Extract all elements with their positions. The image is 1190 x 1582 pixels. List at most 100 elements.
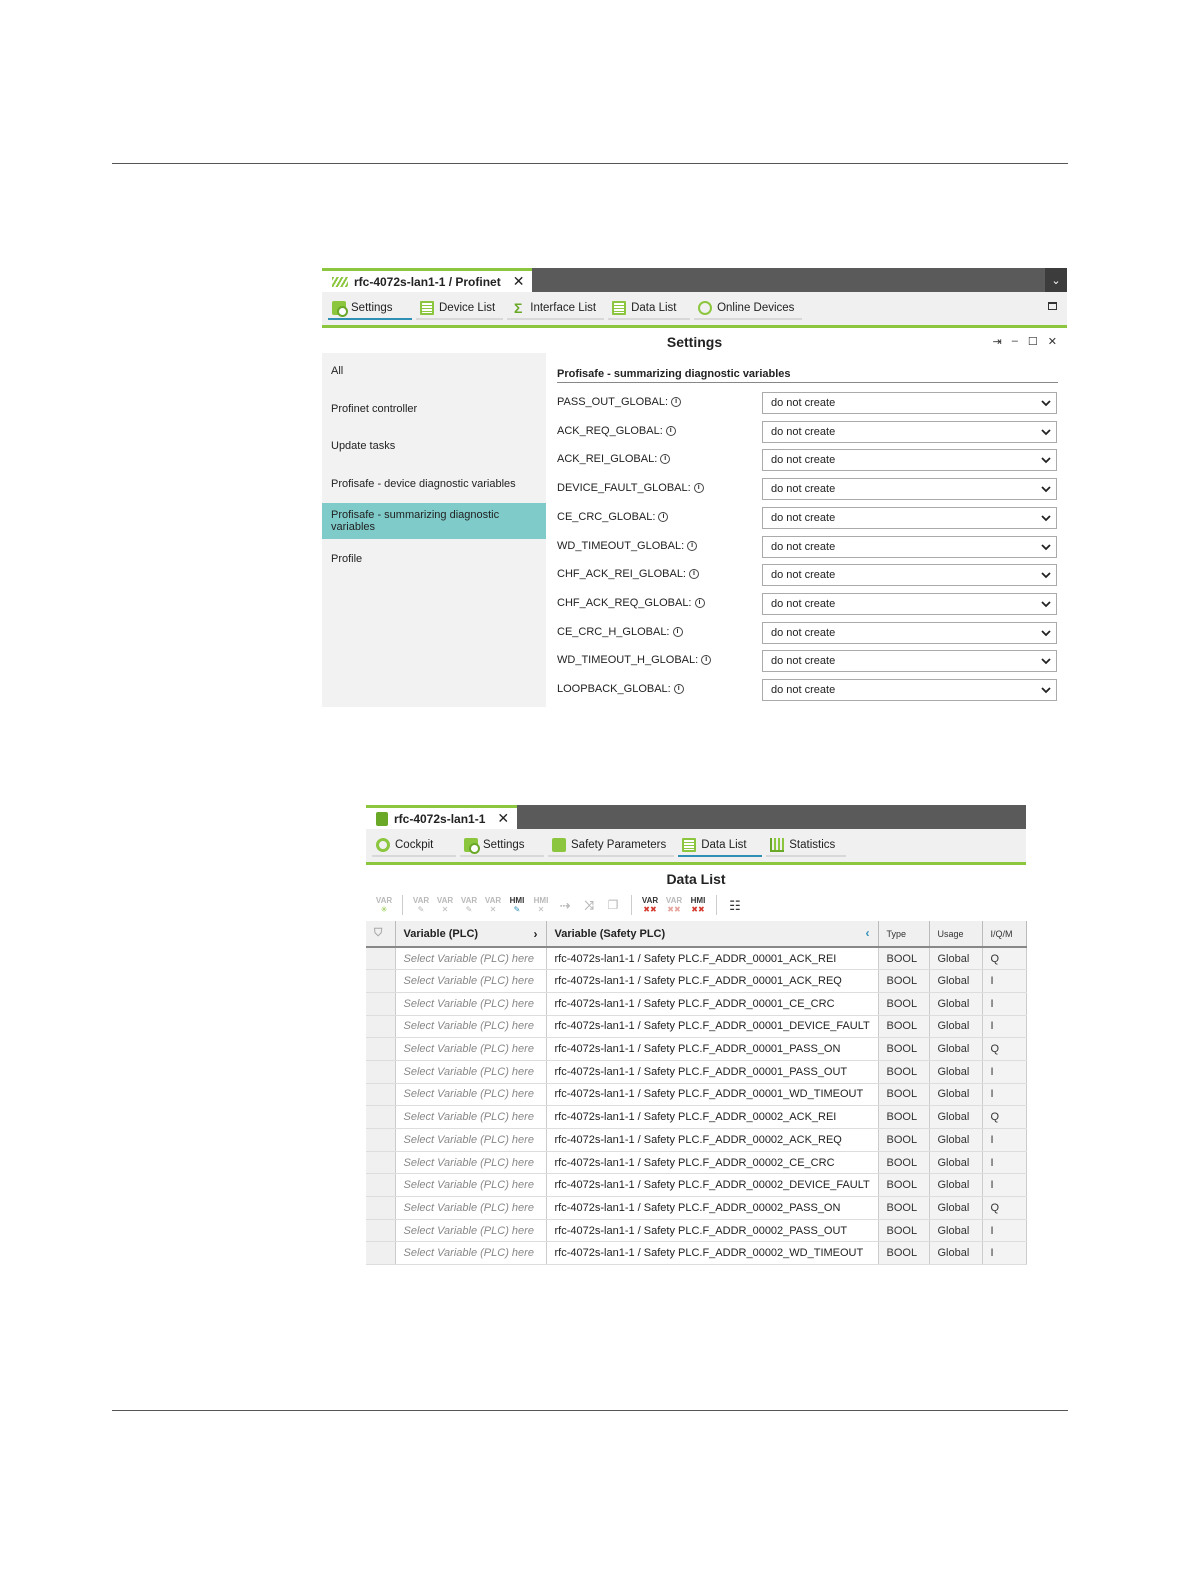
- info-icon[interactable]: i: [672, 626, 683, 637]
- variable-plc-cell[interactable]: Select Variable (PLC) here: [395, 1151, 547, 1175]
- table-row[interactable]: Select Variable (PLC) here rfc-4072s-lan1…: [366, 992, 1027, 1016]
- table-row[interactable]: Select Variable (PLC) here rfc-4072s-lan1…: [366, 1241, 1027, 1266]
- close-icon[interactable]: ✕: [1048, 335, 1057, 348]
- close-tab-icon[interactable]: ✕: [513, 273, 525, 290]
- info-icon[interactable]: i: [671, 397, 682, 407]
- delete-all-variables-icon[interactable]: VAR ✖✖: [640, 896, 660, 914]
- variable-plc-cell[interactable]: Select Variable (PLC) here: [395, 1128, 547, 1152]
- table-row[interactable]: Select Variable (PLC) here rfc-4072s-lan1…: [366, 1083, 1027, 1107]
- delete-unused-variables-icon[interactable]: VAR ✖✖: [664, 896, 684, 914]
- row-gutter[interactable]: [366, 1196, 396, 1220]
- column-header-variable-safety-plc[interactable]: Variable (Safety PLC) ‹: [546, 921, 879, 948]
- variable-safety-plc-cell[interactable]: rfc-4072s-lan1-1 / Safety PLC.F_ADDR_000…: [546, 1083, 879, 1107]
- column-header-usage[interactable]: Usage: [929, 921, 983, 948]
- connect-icon[interactable]: ⇢: [555, 899, 575, 912]
- info-icon[interactable]: i: [687, 540, 698, 551]
- table-row[interactable]: Select Variable (PLC) here rfc-4072s-lan1…: [366, 1037, 1027, 1061]
- row-gutter[interactable]: [366, 1060, 396, 1084]
- column-header-type[interactable]: Type: [878, 921, 930, 948]
- variable-plc-cell[interactable]: Select Variable (PLC) here: [395, 969, 547, 993]
- table-row[interactable]: Select Variable (PLC) here rfc-4072s-lan1…: [366, 969, 1027, 993]
- restore-icon[interactable]: ☐: [1028, 335, 1038, 348]
- tool-settings[interactable]: Settings: [328, 298, 412, 320]
- variable-safety-plc-cell[interactable]: rfc-4072s-lan1-1 / Safety PLC.F_ADDR_000…: [546, 1151, 879, 1175]
- tool-device-list[interactable]: Device List: [416, 298, 504, 320]
- tool-interface-list[interactable]: Σ Interface List: [507, 298, 605, 320]
- row-gutter[interactable]: [366, 1105, 396, 1129]
- table-row[interactable]: Select Variable (PLC) here rfc-4072s-lan1…: [366, 1060, 1027, 1084]
- document-tab-profinet[interactable]: rfc-4072s-lan1-1 / Profinet ✕: [322, 268, 533, 292]
- row-gutter[interactable]: [366, 1015, 396, 1039]
- setting-select[interactable]: do not create: [762, 564, 1057, 587]
- variable-plc-cell[interactable]: Select Variable (PLC) here: [395, 1015, 547, 1039]
- row-gutter[interactable]: [366, 1083, 396, 1107]
- minimize-icon[interactable]: –: [1012, 335, 1018, 348]
- setting-select[interactable]: do not create: [762, 621, 1057, 644]
- tool-online-devices[interactable]: Online Devices: [694, 298, 803, 320]
- chevron-right-icon[interactable]: ›: [534, 927, 538, 941]
- delete-variable-icon[interactable]: VAR ✕: [435, 896, 455, 914]
- variable-plc-cell[interactable]: Select Variable (PLC) here: [395, 1173, 547, 1198]
- info-icon[interactable]: i: [660, 454, 671, 465]
- variable-safety-plc-cell[interactable]: rfc-4072s-lan1-1 / Safety PLC.F_ADDR_000…: [546, 1015, 879, 1039]
- row-gutter[interactable]: [366, 1241, 396, 1266]
- tool-settings[interactable]: Settings: [460, 835, 544, 857]
- info-icon[interactable]: i: [689, 569, 699, 580]
- nav-item-update-tasks[interactable]: Update tasks: [322, 428, 546, 464]
- column-header-iqm[interactable]: I/Q/M: [982, 921, 1027, 948]
- maximize-icon[interactable]: [1048, 302, 1057, 310]
- setting-select[interactable]: do not create: [762, 449, 1057, 472]
- variable-plc-cell[interactable]: Select Variable (PLC) here: [395, 947, 547, 971]
- table-row[interactable]: Select Variable (PLC) here rfc-4072s-lan1…: [366, 1196, 1027, 1220]
- row-gutter[interactable]: [366, 1037, 396, 1061]
- filter-icon[interactable]: ⛉: [374, 927, 382, 939]
- info-icon[interactable]: i: [665, 425, 676, 436]
- setting-select[interactable]: do not create: [762, 679, 1057, 701]
- table-row[interactable]: Select Variable (PLC) here rfc-4072s-lan1…: [366, 1173, 1027, 1198]
- auto-assign-icon[interactable]: ⤨: [579, 899, 599, 911]
- variable-safety-plc-cell[interactable]: rfc-4072s-lan1-1 / Safety PLC.F_ADDR_000…: [546, 1105, 879, 1129]
- variable-safety-plc-cell[interactable]: rfc-4072s-lan1-1 / Safety PLC.F_ADDR_000…: [546, 1219, 879, 1243]
- row-gutter[interactable]: [366, 992, 396, 1016]
- setting-select[interactable]: do not create: [762, 420, 1057, 443]
- variable-plc-cell[interactable]: Select Variable (PLC) here: [395, 1196, 547, 1220]
- setting-select[interactable]: do not create: [762, 392, 1057, 414]
- setting-select[interactable]: do not create: [762, 535, 1057, 558]
- info-icon[interactable]: i: [693, 483, 704, 494]
- pin-icon[interactable]: ⇥: [993, 335, 1002, 348]
- tool-data-list[interactable]: Data List: [678, 835, 763, 857]
- table-row[interactable]: Select Variable (PLC) here rfc-4072s-lan1…: [366, 947, 1027, 971]
- tool-data-list[interactable]: Data List: [608, 298, 691, 320]
- variable-safety-plc-cell[interactable]: rfc-4072s-lan1-1 / Safety PLC.F_ADDR_000…: [546, 1037, 879, 1061]
- setting-select[interactable]: do not create: [762, 506, 1057, 529]
- nav-item-summarizing-diagnostic[interactable]: Profisafe - summarizing diagnostic varia…: [322, 503, 546, 539]
- nav-item-profile[interactable]: Profile: [322, 541, 546, 577]
- nav-item-profinet-controller[interactable]: Profinet controller: [322, 391, 546, 427]
- info-icon[interactable]: i: [701, 655, 712, 666]
- filter-column-header[interactable]: ⛉: [366, 921, 396, 948]
- row-gutter[interactable]: [366, 1151, 396, 1175]
- variable-safety-plc-cell[interactable]: rfc-4072s-lan1-1 / Safety PLC.F_ADDR_000…: [546, 947, 879, 971]
- delete-variable-alt-icon[interactable]: VAR ✕: [483, 896, 503, 914]
- row-gutter[interactable]: [366, 1128, 396, 1152]
- variable-safety-plc-cell[interactable]: rfc-4072s-lan1-1 / Safety PLC.F_ADDR_000…: [546, 1128, 879, 1152]
- table-row[interactable]: Select Variable (PLC) here rfc-4072s-lan1…: [366, 1219, 1027, 1243]
- chevron-down-icon[interactable]: ⌄: [1045, 268, 1067, 292]
- variable-safety-plc-cell[interactable]: rfc-4072s-lan1-1 / Safety PLC.F_ADDR_000…: [546, 1196, 879, 1220]
- document-tab-device[interactable]: rfc-4072s-lan1-1 ✕: [366, 805, 518, 829]
- variable-safety-plc-cell[interactable]: rfc-4072s-lan1-1 / Safety PLC.F_ADDR_000…: [546, 1173, 879, 1198]
- setting-select[interactable]: do not create: [762, 592, 1057, 615]
- table-row[interactable]: Select Variable (PLC) here rfc-4072s-lan1…: [366, 1015, 1027, 1039]
- hmi-edit-icon[interactable]: HMI ✎: [507, 896, 527, 914]
- delete-all-hmi-icon[interactable]: HMI ✖✖: [688, 896, 708, 914]
- nav-item-all[interactable]: All: [322, 353, 546, 389]
- variable-plc-cell[interactable]: Select Variable (PLC) here: [395, 1219, 547, 1243]
- variable-safety-plc-cell[interactable]: rfc-4072s-lan1-1 / Safety PLC.F_ADDR_000…: [546, 992, 879, 1016]
- columns-icon[interactable]: ☷: [725, 899, 745, 912]
- row-gutter[interactable]: [366, 969, 396, 993]
- edit-variable-alt-icon[interactable]: VAR ✎: [459, 896, 479, 914]
- new-variable-icon[interactable]: VAR ✳: [374, 896, 394, 914]
- table-row[interactable]: Select Variable (PLC) here rfc-4072s-lan1…: [366, 1128, 1027, 1152]
- info-icon[interactable]: i: [673, 684, 684, 694]
- setting-select[interactable]: do not create: [762, 478, 1057, 501]
